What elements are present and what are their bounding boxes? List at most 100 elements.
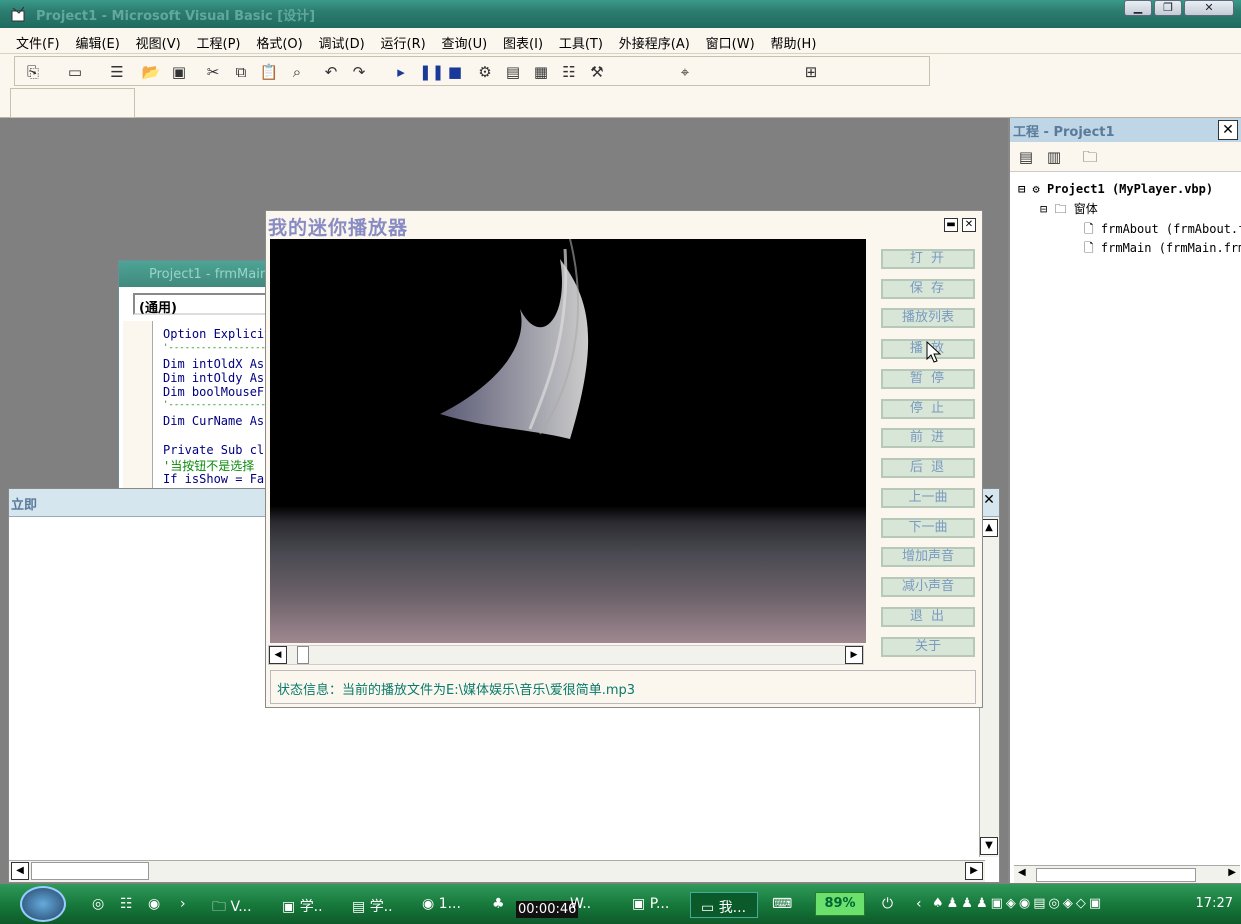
scroll-thumb[interactable]	[1036, 868, 1196, 882]
menu-addins[interactable]: 外接程序(A)	[619, 28, 690, 52]
taskbar-item[interactable]: ▣ 学..	[282, 896, 323, 916]
taskbar-item[interactable]: ▣ P...	[632, 896, 669, 912]
menu-chart[interactable]: 图表(I)	[503, 28, 543, 52]
project-explorer[interactable]: 工程 - Project1 ✕ ▤ ▥ 🗀 ⊟ ⚙ Project1 (MyPl…	[1008, 118, 1241, 883]
progress-scrollbar[interactable]: ◀ ▶	[268, 645, 864, 665]
menu-run[interactable]: 运行(R)	[381, 28, 426, 52]
code-window[interactable]: Project1 - frmMain (通用) Option Explicit …	[118, 260, 278, 491]
visualization-area[interactable]	[270, 239, 866, 643]
object-combo[interactable]: (通用)	[133, 293, 278, 316]
add-project-icon[interactable]: ⎘	[23, 63, 43, 81]
progress-thumb[interactable]	[297, 646, 309, 664]
close-icon[interactable]: ✕	[1218, 120, 1238, 140]
taskbar-item[interactable]: ▤ 学..	[352, 896, 393, 916]
tree-root[interactable]: ⊟ ⚙ Project1 (MyPlayer.vbp)	[1018, 182, 1213, 196]
code-window-title[interactable]: Project1 - frmMain	[119, 261, 277, 287]
forward-button[interactable]: 前 进	[881, 428, 975, 448]
menu-project[interactable]: 工程(P)	[197, 28, 241, 52]
find-icon[interactable]: ⌕	[287, 63, 307, 81]
tree-item[interactable]: 🗋 frmMain (frmMain.frm)	[1084, 239, 1241, 260]
collapse-icon[interactable]: ⊟	[1040, 202, 1047, 216]
code-line[interactable]: Dim intOldX As	[163, 357, 264, 371]
taskbar-item[interactable]: ◉ 1...	[422, 896, 461, 912]
paste-icon[interactable]: 📋	[259, 63, 279, 81]
restore-button[interactable]: ❐	[1154, 0, 1182, 16]
clock[interactable]: 17:27	[1196, 896, 1233, 911]
scroll-thumb[interactable]	[31, 862, 149, 880]
menu-tools[interactable]: 工具(T)	[559, 28, 603, 52]
keyboard-icon[interactable]: ⌨	[772, 896, 792, 912]
toolbox-icon[interactable]: ⚒	[587, 63, 607, 81]
redo-icon[interactable]: ↷	[349, 63, 369, 81]
start-button[interactable]	[20, 886, 66, 922]
menu-window[interactable]: 窗口(W)	[706, 28, 755, 52]
menu-view[interactable]: 视图(V)	[136, 28, 181, 52]
code-line[interactable]: '------------------	[163, 343, 266, 353]
ie-icon[interactable]: ◎	[92, 896, 104, 912]
code-line[interactable]: If isShow = Fa	[163, 472, 264, 486]
backward-button[interactable]: 后 退	[881, 458, 975, 478]
code-line[interactable]: Dim intOldy As	[163, 371, 264, 385]
stop-button[interactable]: 停 止	[881, 399, 975, 419]
next-track-button[interactable]: 下一曲	[881, 518, 975, 538]
properties-icon[interactable]: ▤	[503, 63, 523, 81]
playlist-button[interactable]: 播放列表	[881, 308, 975, 328]
menu-debug[interactable]: 调试(D)	[319, 28, 365, 52]
scroll-left-icon[interactable]: ◀	[1018, 867, 1026, 878]
main-titlebar[interactable]: Project1 - Microsoft Visual Basic [设计] ▁…	[0, 0, 1241, 28]
project-hscroll[interactable]: ◀ ▶	[1014, 865, 1240, 883]
open-icon[interactable]: 📂	[141, 63, 161, 81]
quicklaunch-icon-2[interactable]: ◉	[148, 896, 160, 912]
immediate-hscroll[interactable]: ◀ ▶	[9, 860, 985, 882]
menu-help[interactable]: 帮助(H)	[770, 28, 816, 52]
code-line[interactable]: Dim CurName As	[163, 414, 264, 428]
taskbar-item[interactable]: 🗀 V...	[212, 896, 252, 920]
tree-icon[interactable]: ♣	[492, 896, 505, 912]
system-tray-icons[interactable]: ♠♟♟♟▣◈◉▤◎◈◇▣	[932, 896, 1104, 911]
view-object-icon[interactable]: ▥	[1044, 148, 1064, 166]
tree-item[interactable]: 🗋 frmAbout (frmAbout.frm)	[1084, 220, 1241, 241]
copy-icon[interactable]: ⧉	[231, 63, 251, 81]
minimize-button[interactable]: ▬	[944, 218, 958, 232]
save-icon[interactable]: ▣	[169, 63, 189, 81]
scroll-right-icon[interactable]: ▶	[965, 862, 983, 880]
menu-query[interactable]: 查询(U)	[442, 28, 488, 52]
code-line[interactable]: Option Explicit	[163, 327, 271, 341]
scroll-down-icon[interactable]: ▼	[980, 837, 998, 855]
scroll-right-icon[interactable]: ▶	[1228, 867, 1236, 878]
open-button[interactable]: 打 开	[881, 249, 975, 269]
chevron-right-icon[interactable]: ›	[180, 896, 186, 912]
undo-icon[interactable]: ↶	[321, 63, 341, 81]
menu-edit[interactable]: 编辑(E)	[75, 28, 119, 52]
volume-up-button[interactable]: 增加声音	[881, 547, 975, 567]
battery-indicator[interactable]: 89%	[815, 892, 865, 916]
code-line[interactable]: '------------------	[163, 400, 266, 410]
cut-icon[interactable]: ✂	[203, 63, 223, 81]
menu-editor-icon[interactable]: ☰	[107, 63, 127, 81]
taskbar-item[interactable]: W..	[570, 896, 591, 912]
toggle-folders-icon[interactable]: 🗀	[1080, 148, 1100, 166]
taskbar-item-active[interactable]: ▭ 我...	[690, 892, 758, 918]
previous-track-button[interactable]: 上一曲	[881, 488, 975, 508]
tree-folder[interactable]: ⊟ 🗀 窗体	[1040, 200, 1098, 221]
close-button[interactable]: ✕	[1184, 0, 1234, 16]
code-line[interactable]: Dim boolMouseF	[163, 385, 264, 399]
project-explorer-icon[interactable]: ⚙	[475, 63, 495, 81]
power-icon[interactable]: ⏻	[882, 896, 893, 912]
tray-expand-icon[interactable]: ‹	[916, 896, 922, 912]
about-button[interactable]: 关于	[881, 637, 975, 657]
exit-button[interactable]: 退 出	[881, 607, 975, 627]
pause-button[interactable]: 暂 停	[881, 369, 975, 389]
stop-icon[interactable]: ■	[445, 63, 465, 81]
scroll-left-icon[interactable]: ◀	[11, 862, 29, 880]
code-line[interactable]: Private Sub cl	[163, 443, 264, 457]
object-browser-icon[interactable]: ☷	[559, 63, 579, 81]
save-button[interactable]: 保 存	[881, 279, 975, 299]
player-window[interactable]: 我的迷你播放器 ▬ ✕ ◀ ▶ 打 开 保 存 播放列表 播 放 暂 停 停 止…	[265, 210, 983, 708]
scroll-left-icon[interactable]: ◀	[269, 646, 287, 664]
close-button[interactable]: ✕	[962, 218, 976, 232]
pause-icon[interactable]: ❚❚	[419, 63, 444, 81]
add-form-icon[interactable]: ▭	[65, 63, 85, 81]
view-code-icon[interactable]: ▤	[1016, 148, 1036, 166]
collapse-icon[interactable]: ⊟	[1018, 182, 1025, 196]
